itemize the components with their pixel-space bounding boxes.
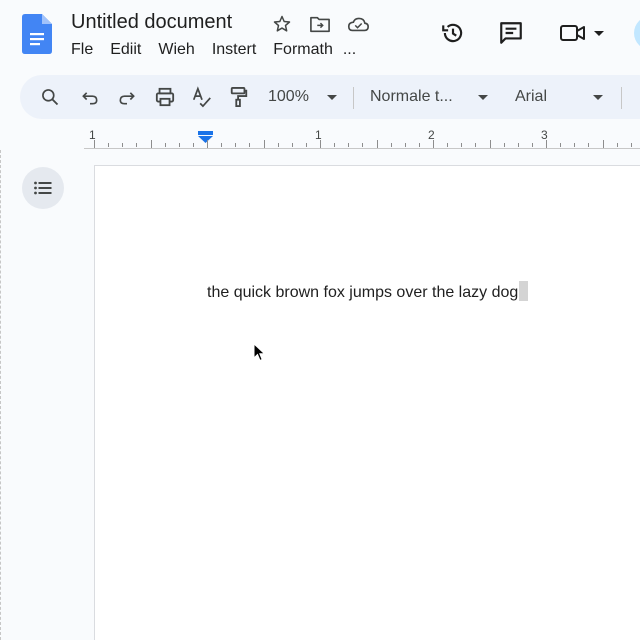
ruler-tick	[617, 143, 618, 147]
ruler-tick	[136, 143, 137, 147]
ruler-tick	[249, 143, 250, 147]
ruler-tick	[518, 143, 519, 147]
ruler-tick	[348, 143, 349, 147]
ruler-tick	[278, 143, 279, 147]
menu-more[interactable]: ...	[343, 41, 356, 59]
ruler-tick	[320, 140, 321, 148]
toolbar: 100% Normale t... Arial	[20, 75, 640, 119]
indent-marker-icon[interactable]	[197, 131, 214, 144]
ruler-tick	[560, 143, 561, 147]
ruler-tick	[207, 140, 208, 148]
spellcheck-icon[interactable]	[190, 85, 214, 109]
header-right-actions	[438, 18, 604, 48]
menu-file[interactable]: Fle	[71, 41, 93, 59]
ruler-tick	[122, 143, 123, 147]
ruler-tick	[574, 143, 575, 147]
docs-logo-icon[interactable]	[22, 14, 52, 54]
ruler-tick	[334, 143, 335, 147]
paragraph-style-select[interactable]: Normale t...	[370, 85, 453, 109]
ruler-tick	[405, 143, 406, 147]
print-icon[interactable]	[153, 85, 177, 109]
menu-edit[interactable]: Ediit	[110, 41, 141, 59]
ruler-tick	[461, 143, 462, 147]
ruler-tick	[306, 143, 307, 147]
menu-format[interactable]: Formath	[273, 41, 333, 59]
font-select[interactable]: Arial	[515, 85, 547, 109]
cloud-status-icon[interactable]	[346, 12, 370, 36]
document-body-text[interactable]: the quick brown fox jumps over the lazy …	[207, 281, 529, 302]
left-margin-guide	[0, 150, 3, 640]
account-avatar[interactable]	[634, 16, 640, 50]
toolbar-divider	[621, 87, 622, 109]
move-folder-icon[interactable]	[308, 12, 332, 36]
mouse-pointer-icon	[253, 343, 266, 362]
toolbar-divider	[353, 87, 354, 109]
document-outline-button[interactable]	[22, 167, 64, 209]
menu-insert[interactable]: Instert	[212, 41, 256, 59]
ruler-tick	[433, 140, 434, 148]
title-actions	[270, 12, 370, 36]
meet-dropdown-icon[interactable]	[594, 30, 604, 36]
document-title[interactable]: Untitled document	[71, 11, 232, 34]
ruler-tick	[264, 140, 265, 148]
star-icon[interactable]	[270, 12, 294, 36]
ruler-tick	[603, 140, 604, 148]
ruler-tick	[631, 143, 632, 147]
document-text: the quick brown fox jumps over the lazy …	[207, 284, 519, 301]
outline-list-icon	[34, 181, 52, 195]
ruler-tick	[221, 143, 222, 147]
ruler-tick	[588, 143, 589, 147]
ruler-tick	[490, 140, 491, 148]
search-icon[interactable]	[38, 85, 62, 109]
zoom-dropdown-icon[interactable]	[326, 85, 338, 109]
ruler-tick	[504, 143, 505, 147]
ruler-tick	[532, 143, 533, 147]
docs-app: Untitled document Fle Ediit Wieh Instert…	[0, 0, 640, 640]
text-selection-highlight	[519, 281, 529, 301]
menu-bar: Fle Ediit Wieh Instert Formath ...	[71, 41, 373, 59]
menu-view[interactable]: Wieh	[158, 41, 194, 59]
ruler-tick	[165, 143, 166, 147]
ruler-tick	[362, 143, 363, 147]
ruler-tick	[151, 140, 152, 148]
ruler-tick	[94, 140, 95, 148]
ruler-tick	[475, 143, 476, 147]
ruler-tick	[193, 143, 194, 147]
ruler-tick	[108, 143, 109, 147]
redo-icon[interactable]	[115, 85, 139, 109]
header: Untitled document Fle Ediit Wieh Instert…	[0, 0, 640, 72]
document-page[interactable]	[94, 165, 640, 640]
ruler-tick	[377, 140, 378, 148]
meet-video-icon[interactable]	[558, 18, 588, 48]
font-dropdown-icon[interactable]	[592, 85, 604, 109]
style-dropdown-icon[interactable]	[477, 85, 489, 109]
ruler-tick	[419, 143, 420, 147]
ruler-tick	[546, 140, 547, 148]
paint-format-icon[interactable]	[227, 85, 251, 109]
undo-icon[interactable]	[78, 85, 102, 109]
history-icon[interactable]	[438, 18, 468, 48]
ruler-tick	[235, 143, 236, 147]
zoom-select[interactable]: 100%	[268, 85, 309, 109]
ruler-baseline	[84, 148, 640, 149]
comments-icon[interactable]	[496, 18, 526, 48]
ruler-tick	[179, 143, 180, 147]
ruler-tick	[391, 143, 392, 147]
ruler-tick	[447, 143, 448, 147]
ruler-tick	[292, 143, 293, 147]
